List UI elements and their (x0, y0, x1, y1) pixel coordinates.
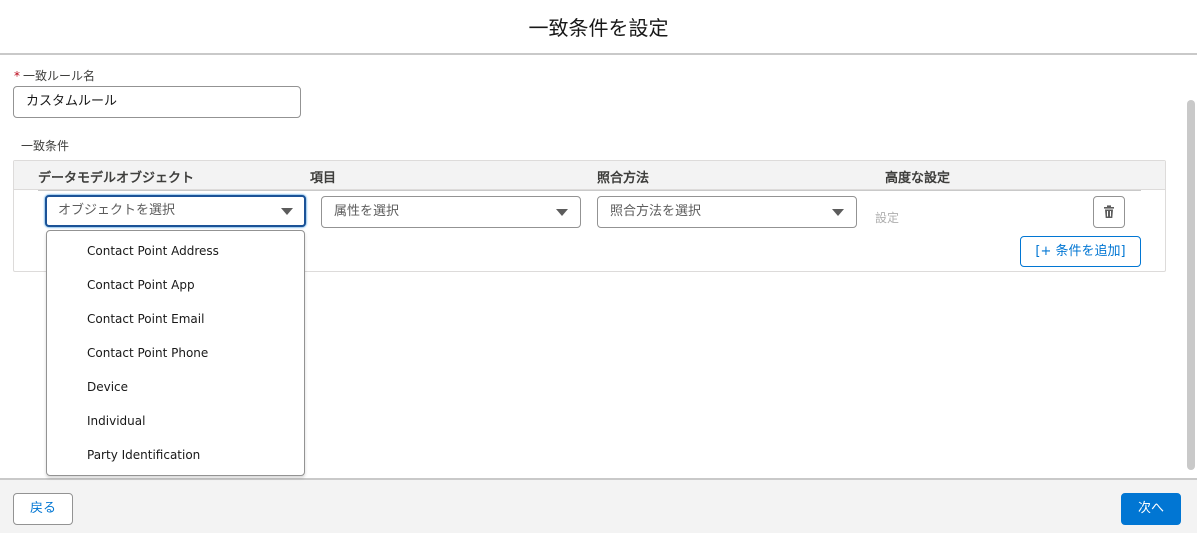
dropdown-option-contact-point-email[interactable]: Contact Point Email (87, 312, 204, 326)
attribute-select[interactable]: 属性を選択 (321, 196, 581, 228)
modal-title: 一致条件を設定 (528, 16, 669, 40)
rule-name-label-text: 一致ルール名 (23, 69, 96, 83)
trash-icon (1104, 205, 1114, 218)
modal-footer: 戻る 次へ (0, 478, 1197, 533)
advanced-settings-link: 設定 (875, 211, 900, 225)
object-dropdown-listbox: Contact Point Address Contact Point App … (46, 230, 305, 476)
caret-down-icon (832, 209, 844, 216)
dropdown-option-contact-point-phone[interactable]: Contact Point Phone (87, 346, 208, 360)
column-header-object: データモデルオブジェクト (38, 171, 195, 186)
dropdown-option-individual[interactable]: Individual (87, 414, 145, 428)
add-condition-button[interactable]: [+ 条件を追加] (1020, 236, 1141, 267)
conditions-label: 一致条件 (21, 139, 70, 153)
rule-name-label: * 一致ルール名 (14, 67, 95, 84)
scrollbar[interactable] (1187, 100, 1195, 470)
method-select[interactable]: 照合方法を選択 (597, 196, 857, 228)
next-button[interactable]: 次へ (1121, 493, 1181, 525)
column-header-advanced: 高度な設定 (885, 171, 951, 186)
column-header-method: 照合方法 (597, 171, 650, 186)
row-divider (38, 190, 1141, 191)
dropdown-option-party-identification[interactable]: Party Identification (87, 448, 200, 462)
modal-header: 一致条件を設定 (0, 0, 1197, 55)
attribute-select-placeholder: 属性を選択 (334, 204, 400, 219)
method-select-placeholder: 照合方法を選択 (610, 204, 702, 219)
delete-condition-button[interactable] (1093, 196, 1125, 228)
dropdown-option-contact-point-app[interactable]: Contact Point App (87, 278, 195, 292)
object-select-placeholder: オブジェクトを選択 (58, 203, 176, 218)
required-marker: * (14, 69, 20, 83)
dropdown-option-device[interactable]: Device (87, 380, 128, 394)
conditions-table-header: データモデルオブジェクト 項目 照合方法 高度な設定 (14, 161, 1165, 190)
back-button[interactable]: 戻る (13, 493, 73, 525)
caret-down-icon (281, 208, 293, 215)
caret-down-icon (556, 209, 568, 216)
dropdown-option-contact-point-address[interactable]: Contact Point Address (87, 244, 219, 258)
column-header-field: 項目 (310, 171, 337, 186)
object-select[interactable]: オブジェクトを選択 (45, 195, 306, 227)
rule-name-input[interactable]: カスタムルール (13, 86, 301, 118)
